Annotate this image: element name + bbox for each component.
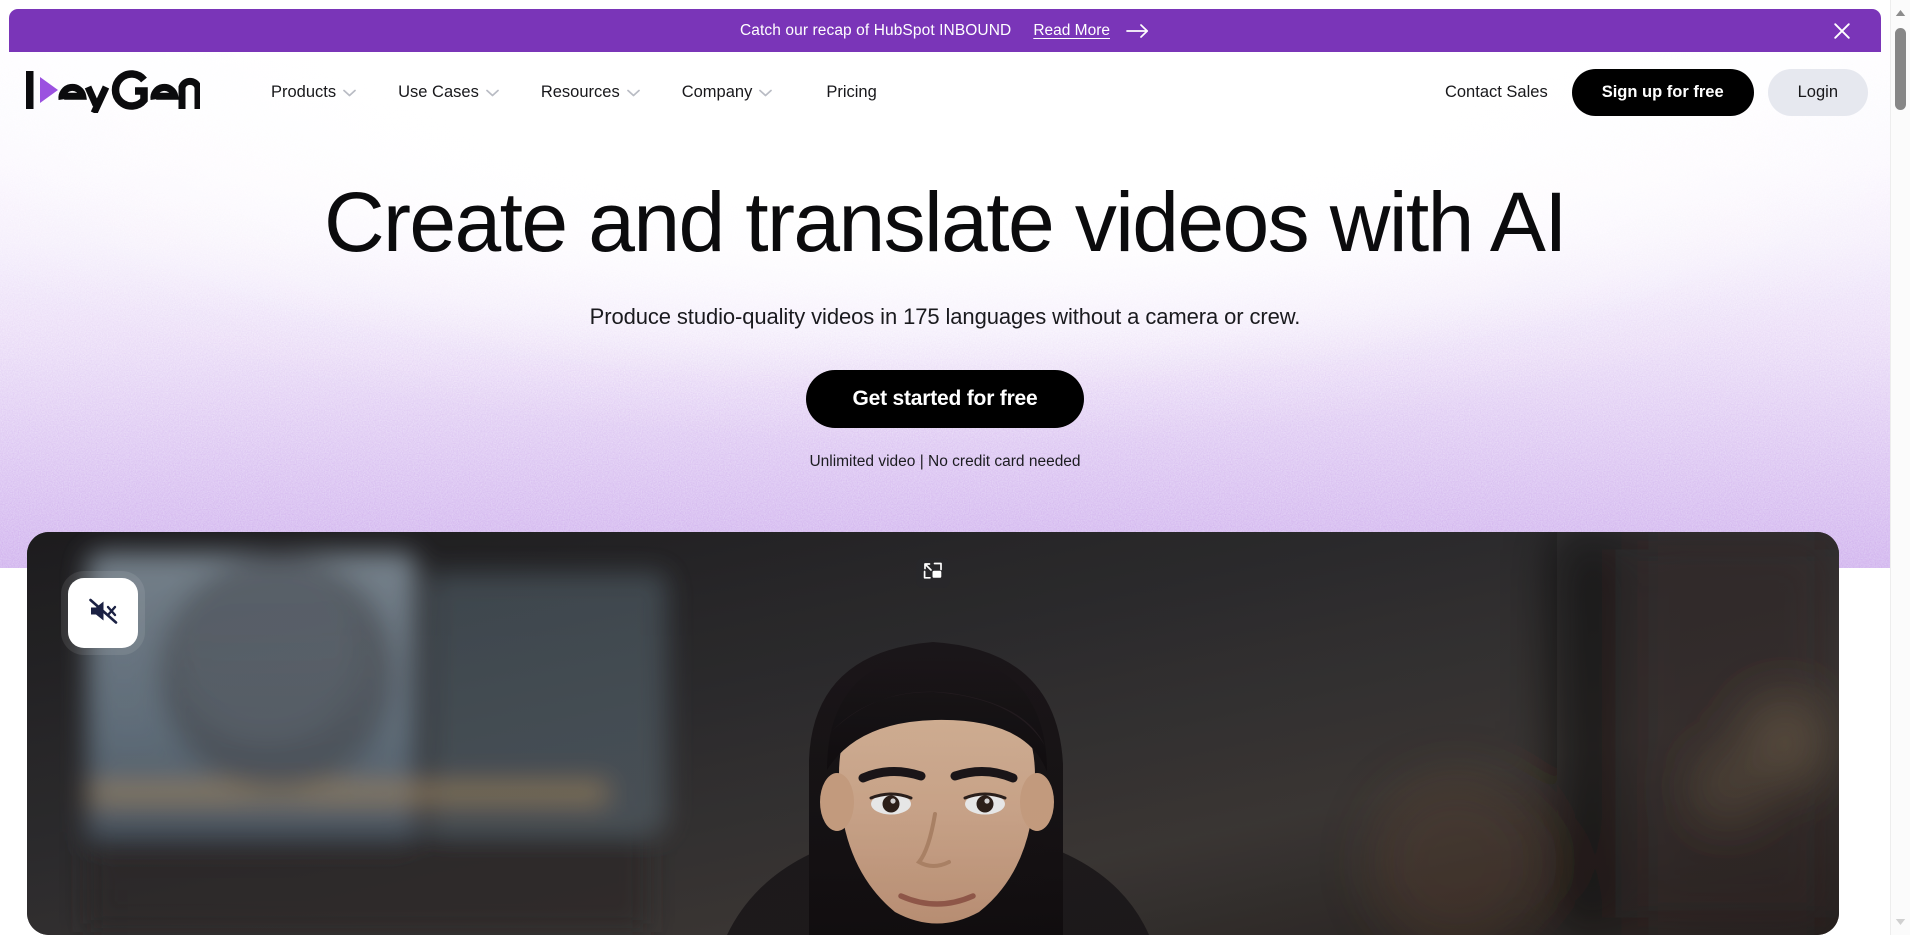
contact-sales-link[interactable]: Contact Sales	[1421, 83, 1572, 102]
browser-page: Catch our recap of HubSpot INBOUND Read …	[0, 0, 1910, 935]
read-more-link[interactable]: Read More	[1033, 22, 1110, 40]
hero-video-player[interactable]	[27, 532, 1839, 935]
scroll-up-arrow-icon[interactable]	[1891, 4, 1910, 22]
hero-video-frame	[27, 532, 1839, 935]
browser-scrollbar[interactable]	[1890, 0, 1910, 935]
chevron-down-icon	[343, 89, 356, 97]
hero-cta-note: Unlimited video | No credit card needed	[809, 453, 1081, 471]
nav-item-use-cases[interactable]: Use Cases	[377, 71, 520, 113]
scroll-down-arrow-icon[interactable]	[1891, 913, 1910, 931]
nav-item-products[interactable]: Products	[250, 71, 377, 113]
hero-subheadline: Produce studio-quality videos in 175 lan…	[589, 304, 1301, 330]
speaker-muted-icon	[88, 597, 118, 630]
arrow-right-icon	[1126, 23, 1150, 39]
nav-item-resources[interactable]: Resources	[520, 71, 661, 113]
hero-section: Create and translate videos with AI Prod…	[0, 132, 1890, 471]
nav-item-label: Company	[681, 82, 753, 101]
hero-cta-wrapper: Get started for free	[0, 370, 1890, 429]
chevron-down-icon	[485, 89, 499, 97]
nav-item-company[interactable]: Company	[661, 71, 794, 113]
nav-actions-group: Contact Sales Sign up for free Login	[1421, 52, 1868, 132]
login-button[interactable]: Login	[1767, 68, 1868, 116]
picture-in-picture-icon	[923, 562, 943, 585]
announcement-banner-content: Catch our recap of HubSpot INBOUND Read …	[740, 22, 1150, 40]
close-icon[interactable]	[1829, 18, 1855, 44]
heygen-logo[interactable]	[24, 68, 200, 113]
nav-links-group: Products Use Cases Resources Company Pri…	[250, 52, 898, 132]
nav-item-label: Resources	[540, 82, 620, 101]
nav-item-pricing[interactable]: Pricing	[805, 71, 897, 113]
mute-toggle-button[interactable]	[68, 578, 138, 648]
scrollbar-thumb[interactable]	[1895, 28, 1906, 110]
announcement-banner: Catch our recap of HubSpot INBOUND Read …	[9, 9, 1881, 52]
main-navigation: Products Use Cases Resources Company Pri…	[0, 52, 1890, 132]
nav-item-label: Products	[271, 82, 337, 101]
picture-in-picture-button[interactable]	[916, 558, 950, 588]
sign-up-button[interactable]: Sign up for free	[1571, 68, 1754, 116]
nav-item-label: Pricing	[826, 82, 877, 101]
chevron-down-icon	[759, 89, 773, 97]
nav-item-label: Use Cases	[398, 82, 479, 101]
get-started-button[interactable]: Get started for free	[806, 370, 1084, 429]
chevron-down-icon	[626, 89, 640, 97]
announcement-text: Catch our recap of HubSpot INBOUND	[739, 21, 1012, 39]
page-viewport: Catch our recap of HubSpot INBOUND Read …	[0, 0, 1890, 935]
hero-headline: Create and translate videos with AI	[323, 175, 1568, 269]
